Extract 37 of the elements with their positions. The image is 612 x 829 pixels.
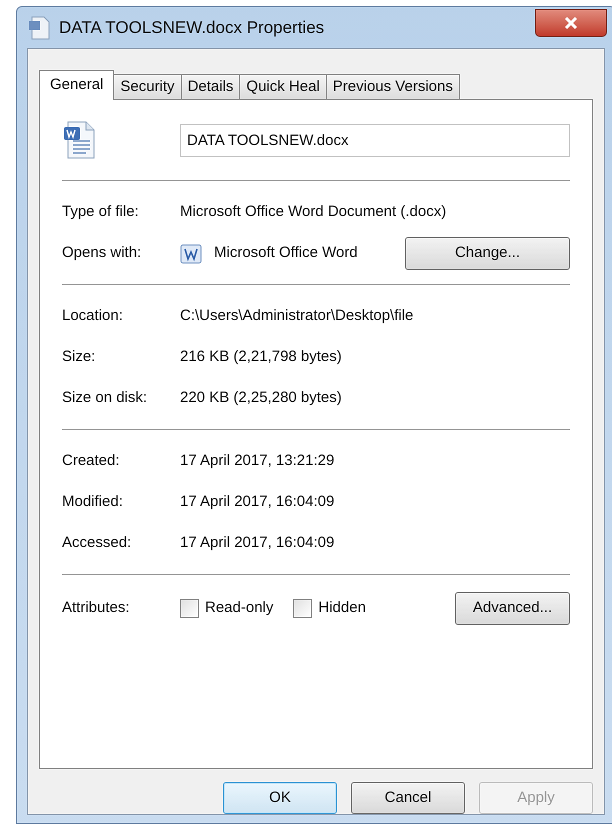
property-value: C:\Users\Administrator\Desktop\file bbox=[180, 306, 414, 326]
property-label: Created: bbox=[62, 451, 121, 472]
file-name-field[interactable]: DATA TOOLSNEW.docx bbox=[180, 124, 570, 156]
dialog-button[interactable]: Cancel bbox=[351, 782, 465, 814]
property-value: 17 April 2017, 13:21:29 bbox=[180, 451, 334, 472]
checkbox[interactable] bbox=[180, 598, 199, 618]
checkbox-label[interactable]: Read-only bbox=[205, 596, 274, 620]
property-label: Modified: bbox=[62, 492, 124, 512]
tab[interactable]: General bbox=[39, 70, 114, 100]
property-value: 17 April 2017, 16:04:09 bbox=[180, 492, 334, 512]
tab[interactable]: Security bbox=[113, 74, 182, 99]
property-value: 216 KB (2,21,798 bytes) bbox=[180, 347, 342, 368]
advanced-button[interactable]: Advanced... bbox=[455, 592, 570, 624]
property-value: Microsoft Office Word Document (.docx) bbox=[180, 202, 446, 222]
document-icon bbox=[64, 121, 96, 159]
document-icon bbox=[180, 244, 202, 264]
checkbox[interactable] bbox=[293, 598, 312, 618]
close-button[interactable] bbox=[535, 8, 607, 36]
property-label: Opens with: bbox=[62, 243, 142, 264]
tab[interactable]: Quick Heal bbox=[239, 74, 327, 99]
property-label: Location: bbox=[62, 306, 124, 326]
property-value: 17 April 2017, 16:04:09 bbox=[180, 533, 334, 554]
tab[interactable]: Previous Versions bbox=[326, 74, 460, 99]
dialog-button[interactable]: OK bbox=[223, 782, 337, 814]
property-value: 220 KB (2,25,280 bytes) bbox=[180, 388, 342, 408]
window-title: DATA TOOLSNEW.docx Properties bbox=[59, 16, 324, 39]
property-label: Size: bbox=[62, 347, 96, 368]
property-label: Attributes: bbox=[62, 598, 131, 618]
property-value: Microsoft Office Word bbox=[214, 243, 359, 264]
property-label: Accessed: bbox=[62, 533, 132, 554]
property-label: Type of file: bbox=[62, 202, 140, 222]
property-label: Size on disk: bbox=[62, 388, 148, 408]
checkbox-label[interactable]: Hidden bbox=[318, 596, 366, 620]
close-icon bbox=[564, 16, 578, 28]
tab[interactable]: Details bbox=[180, 74, 240, 99]
change-button[interactable]: Change... bbox=[405, 237, 570, 270]
document-icon bbox=[29, 16, 51, 40]
